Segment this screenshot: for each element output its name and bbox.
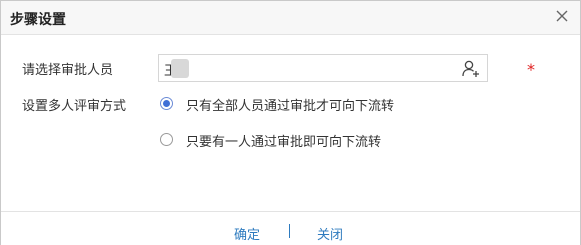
- required-asterisk: *: [527, 60, 535, 79]
- radio-button[interactable]: [160, 133, 173, 146]
- approver-label: 请选择审批人员: [22, 63, 114, 78]
- radio-button[interactable]: [160, 97, 173, 110]
- close-icon[interactable]: [553, 7, 571, 25]
- button-separator: [289, 224, 290, 238]
- redacted-name-blur: [171, 59, 189, 78]
- option-label: 只有全部人员通过审批才可向下流转: [186, 99, 395, 114]
- dialog-footer: 确定 关闭: [1, 211, 580, 245]
- approver-picker[interactable]: 王: [158, 54, 488, 82]
- step-settings-dialog: 步骤设置 请选择审批人员 王 * 设置多人评审方式 只有全部人员通过审批才可向下…: [0, 0, 581, 245]
- close-button[interactable]: 关闭: [317, 224, 343, 243]
- dialog-header: 步骤设置: [1, 1, 580, 35]
- confirm-button[interactable]: 确定: [234, 224, 260, 243]
- dialog-title: 步骤设置: [10, 12, 66, 28]
- review-mode-label: 设置多人评审方式: [22, 99, 127, 114]
- add-user-icon[interactable]: [461, 59, 481, 79]
- option-label: 只要有一人通过审批即可向下流转: [186, 135, 382, 150]
